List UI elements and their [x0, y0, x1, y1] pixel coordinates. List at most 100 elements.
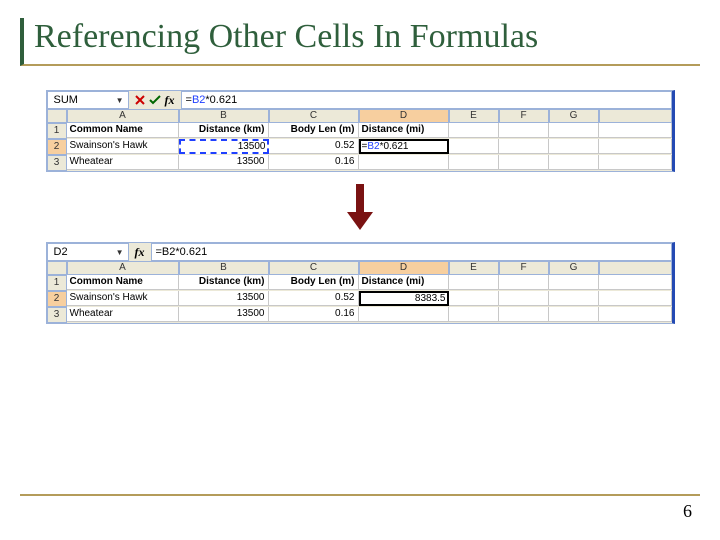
spreadsheet-panel-result: D2 ▼ fx =B2*0.621 A B C D E F G: [46, 242, 675, 324]
cell-pad3: [599, 307, 672, 322]
col-hdr-e[interactable]: E: [449, 109, 499, 123]
cell-d2[interactable]: 8383.5: [359, 291, 449, 306]
formula-bar-icons: fx: [129, 243, 151, 261]
formula-input[interactable]: =B2*0.621: [151, 243, 672, 261]
col-hdr-d[interactable]: D: [359, 109, 449, 123]
cell-b1[interactable]: Distance (km): [179, 123, 269, 138]
cell-e3[interactable]: [449, 155, 499, 170]
title-wrap: Referencing Other Cells In Formulas: [20, 18, 700, 66]
cell-d2-suffix: *0.621: [380, 141, 409, 152]
col-hdr-a[interactable]: A: [67, 261, 179, 275]
cell-g3[interactable]: [549, 155, 599, 170]
cell-b1[interactable]: Distance (km): [179, 275, 269, 290]
cell-a2[interactable]: Swainson's Hawk: [67, 139, 179, 154]
fx-icon[interactable]: fx: [135, 245, 145, 260]
cell-g1[interactable]: [549, 123, 599, 138]
cell-b2[interactable]: 13500: [179, 291, 269, 306]
formula-text-suffix: *0.621: [205, 94, 237, 106]
name-box-dropdown-icon[interactable]: ▼: [116, 248, 124, 257]
cell-d2-ref: B2: [367, 141, 379, 152]
cancel-icon[interactable]: [135, 95, 145, 105]
col-hdr-b[interactable]: B: [179, 109, 269, 123]
col-hdr-f[interactable]: F: [499, 261, 549, 275]
row-hdr-3[interactable]: 3: [47, 307, 67, 323]
cell-b3[interactable]: 13500: [179, 307, 269, 322]
cell-c2[interactable]: 0.52: [269, 139, 359, 154]
cell-pad1: [599, 123, 672, 138]
name-box[interactable]: D2 ▼: [47, 243, 129, 261]
cell-b2[interactable]: 13500: [179, 139, 269, 154]
row-hdr-3[interactable]: 3: [47, 155, 67, 171]
cell-c2[interactable]: 0.52: [269, 291, 359, 306]
col-hdr-e[interactable]: E: [449, 261, 499, 275]
cell-f2[interactable]: [499, 291, 549, 306]
col-hdr-f[interactable]: F: [499, 109, 549, 123]
col-hdr-pad: [599, 109, 672, 123]
col-hdr-c[interactable]: C: [269, 261, 359, 275]
name-box-dropdown-icon[interactable]: ▼: [116, 96, 124, 105]
cell-b3[interactable]: 13500: [179, 155, 269, 170]
cell-c1[interactable]: Body Len (m): [269, 123, 359, 138]
formula-bar: SUM ▼ fx =B2*0.621: [47, 91, 672, 109]
col-hdr-c[interactable]: C: [269, 109, 359, 123]
select-all-corner[interactable]: [47, 261, 67, 275]
cell-g2[interactable]: [549, 291, 599, 306]
cell-a3[interactable]: Wheatear: [67, 155, 179, 170]
cell-c3[interactable]: 0.16: [269, 307, 359, 322]
cell-c1[interactable]: Body Len (m): [269, 275, 359, 290]
confirm-icon[interactable]: [149, 95, 161, 105]
cell-d1[interactable]: Distance (mi): [359, 275, 449, 290]
cell-pad3: [599, 155, 672, 170]
cell-d2[interactable]: =B2*0.621: [359, 139, 449, 154]
cell-d1[interactable]: Distance (mi): [359, 123, 449, 138]
cell-pad2: [599, 139, 672, 154]
row-hdr-1[interactable]: 1: [47, 123, 67, 139]
table-row: 1 Common Name Distance (km) Body Len (m)…: [47, 123, 672, 139]
cell-e3[interactable]: [449, 307, 499, 322]
cell-f3[interactable]: [499, 307, 549, 322]
cell-a2[interactable]: Swainson's Hawk: [67, 291, 179, 306]
grid: A B C D E F G 1 Common Name Distance (km…: [47, 109, 672, 171]
col-hdr-pad: [599, 261, 672, 275]
cell-e2[interactable]: [449, 139, 499, 154]
name-box-value: D2: [54, 246, 68, 258]
spreadsheet-panel-editing: SUM ▼ fx =B2*0.621 A B C D E F G: [46, 90, 675, 172]
cell-g3[interactable]: [549, 307, 599, 322]
cell-e2[interactable]: [449, 291, 499, 306]
select-all-corner[interactable]: [47, 109, 67, 123]
cell-c3[interactable]: 0.16: [269, 155, 359, 170]
col-hdr-a[interactable]: A: [67, 109, 179, 123]
col-hdr-d[interactable]: D: [359, 261, 449, 275]
cell-a1[interactable]: Common Name: [67, 275, 179, 290]
cell-f1[interactable]: [499, 275, 549, 290]
formula-input[interactable]: =B2*0.621: [181, 91, 672, 109]
cell-g1[interactable]: [549, 275, 599, 290]
cell-a1[interactable]: Common Name: [67, 123, 179, 138]
page-title: Referencing Other Cells In Formulas: [34, 18, 700, 56]
cell-d3[interactable]: [359, 307, 449, 322]
table-row: 3 Wheatear 13500 0.16: [47, 155, 672, 171]
fx-icon[interactable]: fx: [165, 93, 175, 108]
row-hdr-1[interactable]: 1: [47, 275, 67, 291]
cell-f2[interactable]: [499, 139, 549, 154]
cell-a3[interactable]: Wheatear: [67, 307, 179, 322]
row-hdr-2[interactable]: 2: [47, 139, 67, 155]
cell-pad2: [599, 291, 672, 306]
name-box-value: SUM: [54, 94, 78, 106]
cell-d3[interactable]: [359, 155, 449, 170]
col-hdr-g[interactable]: G: [549, 109, 599, 123]
slide: Referencing Other Cells In Formulas SUM …: [0, 0, 720, 540]
row-hdr-2[interactable]: 2: [47, 291, 67, 307]
cell-e1[interactable]: [449, 123, 499, 138]
table-row: 2 Swainson's Hawk 13500 0.52 8383.5: [47, 291, 672, 307]
cell-f3[interactable]: [499, 155, 549, 170]
column-headers: A B C D E F G: [47, 261, 672, 275]
formula-bar-icons: fx: [129, 91, 181, 109]
col-hdr-b[interactable]: B: [179, 261, 269, 275]
name-box[interactable]: SUM ▼: [47, 91, 129, 109]
col-hdr-g[interactable]: G: [549, 261, 599, 275]
cell-e1[interactable]: [449, 275, 499, 290]
cell-f1[interactable]: [499, 123, 549, 138]
cell-g2[interactable]: [549, 139, 599, 154]
table-row: 2 Swainson's Hawk 13500 0.52 =B2*0.621: [47, 139, 672, 155]
